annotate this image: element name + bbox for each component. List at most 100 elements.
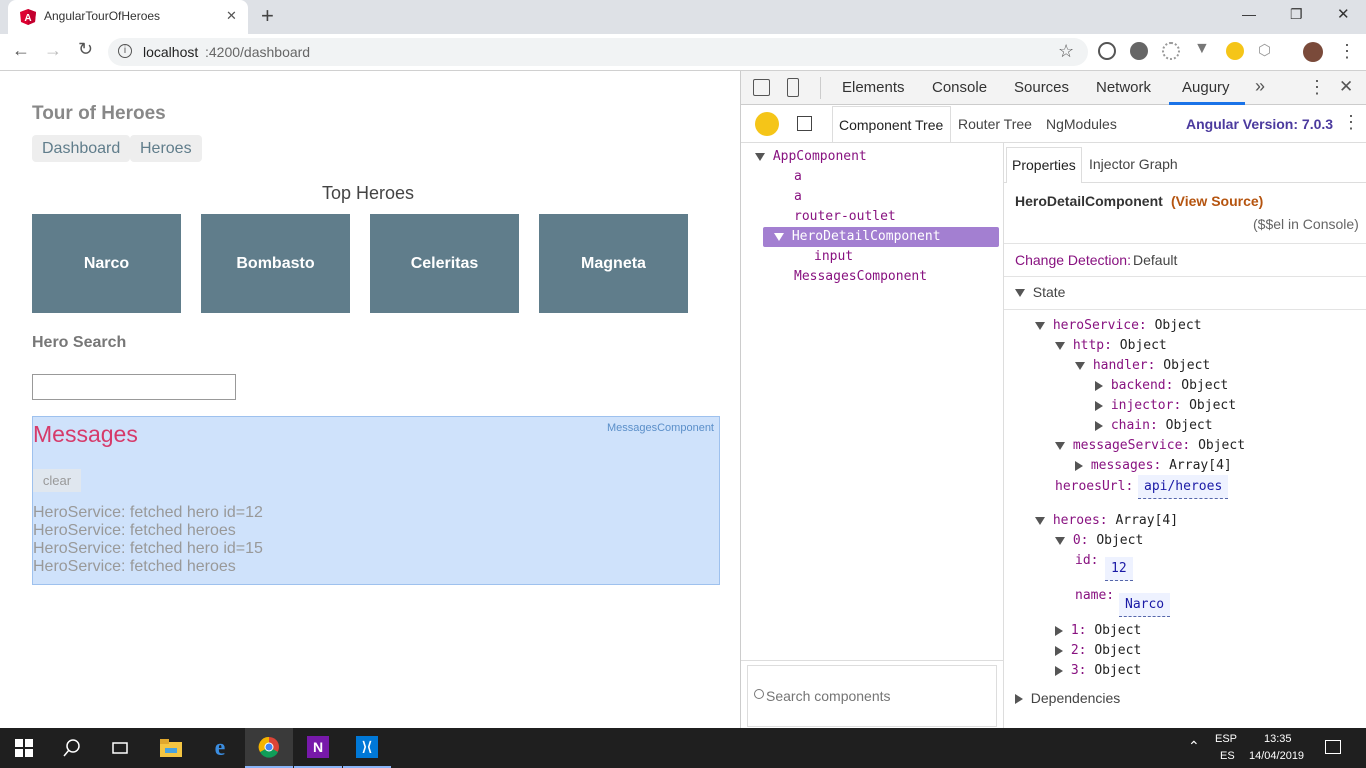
tree-node-messages[interactable]: MessagesComponent bbox=[794, 269, 927, 284]
file-explorer-icon[interactable] bbox=[147, 728, 195, 768]
expand-triangle-icon[interactable] bbox=[1035, 321, 1045, 330]
onenote-icon[interactable]: N bbox=[294, 728, 342, 768]
extension-vue-icon[interactable]: ▼ bbox=[1194, 40, 1210, 58]
expand-triangle-icon[interactable] bbox=[1095, 380, 1103, 391]
hero-search-input[interactable] bbox=[32, 374, 236, 400]
state-row[interactable]: heroService: Object bbox=[1035, 318, 1202, 333]
minimize-button[interactable]: — bbox=[1242, 6, 1256, 22]
view-source-link[interactable]: (View Source) bbox=[1171, 193, 1263, 209]
new-tab-button[interactable]: + bbox=[261, 3, 274, 29]
expand-triangle-icon[interactable] bbox=[1075, 460, 1083, 471]
language-top[interactable]: ESP bbox=[1215, 733, 1237, 745]
search-components-box[interactable] bbox=[747, 665, 997, 727]
clock-time[interactable]: 13:35 bbox=[1264, 733, 1292, 745]
maximize-button[interactable]: ❐ bbox=[1290, 6, 1303, 23]
tab-close-icon[interactable]: ✕ bbox=[226, 8, 237, 24]
dependencies-section-header[interactable]: Dependencies bbox=[1015, 690, 1120, 706]
hero-tile[interactable]: Bombasto bbox=[201, 214, 350, 313]
close-window-button[interactable]: ✕ bbox=[1337, 5, 1350, 23]
browser-tab[interactable]: A AngularTourOfHeroes ✕ bbox=[8, 0, 248, 34]
tab-sources[interactable]: Sources bbox=[1014, 71, 1069, 104]
clear-messages-button[interactable]: clear bbox=[33, 469, 81, 492]
tree-node-hero-detail[interactable]: HeroDetailComponent bbox=[774, 229, 941, 244]
state-row[interactable]: injector: Object bbox=[1095, 398, 1236, 413]
expand-triangle-icon[interactable] bbox=[1055, 665, 1063, 676]
tab-router-tree[interactable]: Router Tree bbox=[958, 116, 1032, 132]
extension-circle-icon[interactable] bbox=[1130, 42, 1148, 60]
expand-triangle-icon[interactable] bbox=[1055, 625, 1063, 636]
devtools-menu-icon[interactable]: ⋮ bbox=[1308, 77, 1326, 98]
state-row[interactable]: handler: Object bbox=[1075, 358, 1210, 373]
tree-node-a[interactable]: a bbox=[794, 169, 802, 184]
state-section-header[interactable]: State bbox=[1015, 284, 1065, 300]
chrome-icon[interactable] bbox=[245, 728, 293, 768]
expand-triangle-icon[interactable] bbox=[1055, 536, 1065, 545]
nav-dashboard-link[interactable]: Dashboard bbox=[32, 135, 131, 162]
tab-network[interactable]: Network bbox=[1096, 71, 1151, 104]
hero-tile[interactable]: Narco bbox=[32, 214, 181, 313]
extension-augury-icon[interactable] bbox=[1226, 42, 1244, 60]
edge-icon[interactable]: e bbox=[196, 728, 244, 768]
extension-github-icon[interactable] bbox=[1098, 42, 1116, 60]
expand-triangle-icon[interactable] bbox=[1035, 516, 1045, 525]
extension-angular-icon[interactable]: ⬡ bbox=[1258, 41, 1271, 59]
state-row[interactable]: messageService: Object bbox=[1055, 438, 1245, 453]
tab-ngmodules[interactable]: NgModules bbox=[1046, 116, 1117, 132]
state-row[interactable]: 0: Object bbox=[1055, 533, 1143, 548]
action-center-icon[interactable] bbox=[1325, 740, 1341, 754]
heroes-url-value[interactable]: api/heroes bbox=[1138, 475, 1229, 499]
hero-id-value[interactable]: 12 bbox=[1105, 557, 1133, 581]
back-icon[interactable]: ← bbox=[12, 40, 30, 61]
tab-augury[interactable]: Augury bbox=[1182, 71, 1230, 104]
address-bar[interactable]: i localhost :4200/dashboard ☆ bbox=[108, 38, 1088, 66]
browser-menu-icon[interactable]: ⋮ bbox=[1338, 41, 1356, 61]
device-toolbar-icon[interactable] bbox=[787, 78, 799, 97]
expand-triangle-icon[interactable] bbox=[1055, 341, 1065, 350]
task-view-icon[interactable] bbox=[96, 728, 144, 768]
tree-node-input[interactable]: input bbox=[814, 249, 853, 264]
expand-triangle-icon[interactable] bbox=[755, 152, 765, 161]
hero-tile[interactable]: Magneta bbox=[539, 214, 688, 313]
expand-triangle-icon[interactable] bbox=[1095, 400, 1103, 411]
tree-node-app[interactable]: AppComponent bbox=[755, 149, 867, 164]
tab-component-tree[interactable]: Component Tree bbox=[832, 106, 951, 142]
state-row[interactable]: chain: Object bbox=[1095, 418, 1213, 433]
reload-icon[interactable]: ↻ bbox=[78, 39, 93, 60]
augury-logo-icon[interactable] bbox=[755, 112, 779, 136]
inspect-element-icon[interactable] bbox=[753, 79, 770, 96]
vscode-icon[interactable]: ⟩⟨ bbox=[343, 728, 391, 768]
state-row[interactable]: heroes: Array[4] bbox=[1035, 513, 1178, 528]
tab-injector-graph[interactable]: Injector Graph bbox=[1089, 156, 1178, 172]
nav-heroes-link[interactable]: Heroes bbox=[130, 135, 202, 162]
tab-console[interactable]: Console bbox=[932, 71, 987, 104]
expand-triangle-icon[interactable] bbox=[774, 232, 784, 241]
language-bottom[interactable]: ES bbox=[1220, 750, 1235, 762]
profile-avatar[interactable] bbox=[1303, 42, 1323, 62]
expand-triangle-icon[interactable] bbox=[1055, 645, 1063, 656]
hero-name-value[interactable]: Narco bbox=[1119, 593, 1171, 617]
expand-triangle-icon[interactable] bbox=[1095, 420, 1103, 431]
state-row[interactable]: http: Object bbox=[1055, 338, 1167, 353]
augury-menu-icon[interactable]: ⋮ bbox=[1342, 112, 1360, 133]
search-components-input[interactable] bbox=[766, 685, 986, 707]
state-row[interactable]: backend: Object bbox=[1095, 378, 1228, 393]
expand-triangle-icon[interactable] bbox=[1075, 361, 1085, 370]
state-row[interactable]: messages: Array[4] bbox=[1075, 458, 1232, 473]
tree-node-a[interactable]: a bbox=[794, 189, 802, 204]
clock-date[interactable]: 14/04/2019 bbox=[1249, 750, 1304, 762]
info-icon[interactable]: i bbox=[118, 44, 132, 58]
more-tabs-button[interactable]: » bbox=[1255, 76, 1265, 97]
state-row[interactable]: 3: Object bbox=[1055, 663, 1141, 678]
windows-start-icon[interactable] bbox=[0, 728, 48, 768]
bookmark-star-icon[interactable]: ☆ bbox=[1058, 41, 1074, 62]
tab-properties[interactable]: Properties bbox=[1006, 147, 1082, 183]
search-icon[interactable] bbox=[48, 728, 96, 768]
expand-triangle-icon[interactable] bbox=[1055, 441, 1065, 450]
devtools-close-icon[interactable]: ✕ bbox=[1339, 77, 1353, 97]
select-component-icon[interactable] bbox=[797, 116, 812, 131]
tree-node-router-outlet[interactable]: router-outlet bbox=[794, 209, 896, 224]
state-row[interactable]: 2: Object bbox=[1055, 643, 1141, 658]
forward-icon[interactable]: → bbox=[44, 40, 62, 61]
show-hidden-icons-icon[interactable]: ⌃ bbox=[1188, 738, 1200, 755]
extension-dots-icon[interactable] bbox=[1162, 42, 1180, 60]
